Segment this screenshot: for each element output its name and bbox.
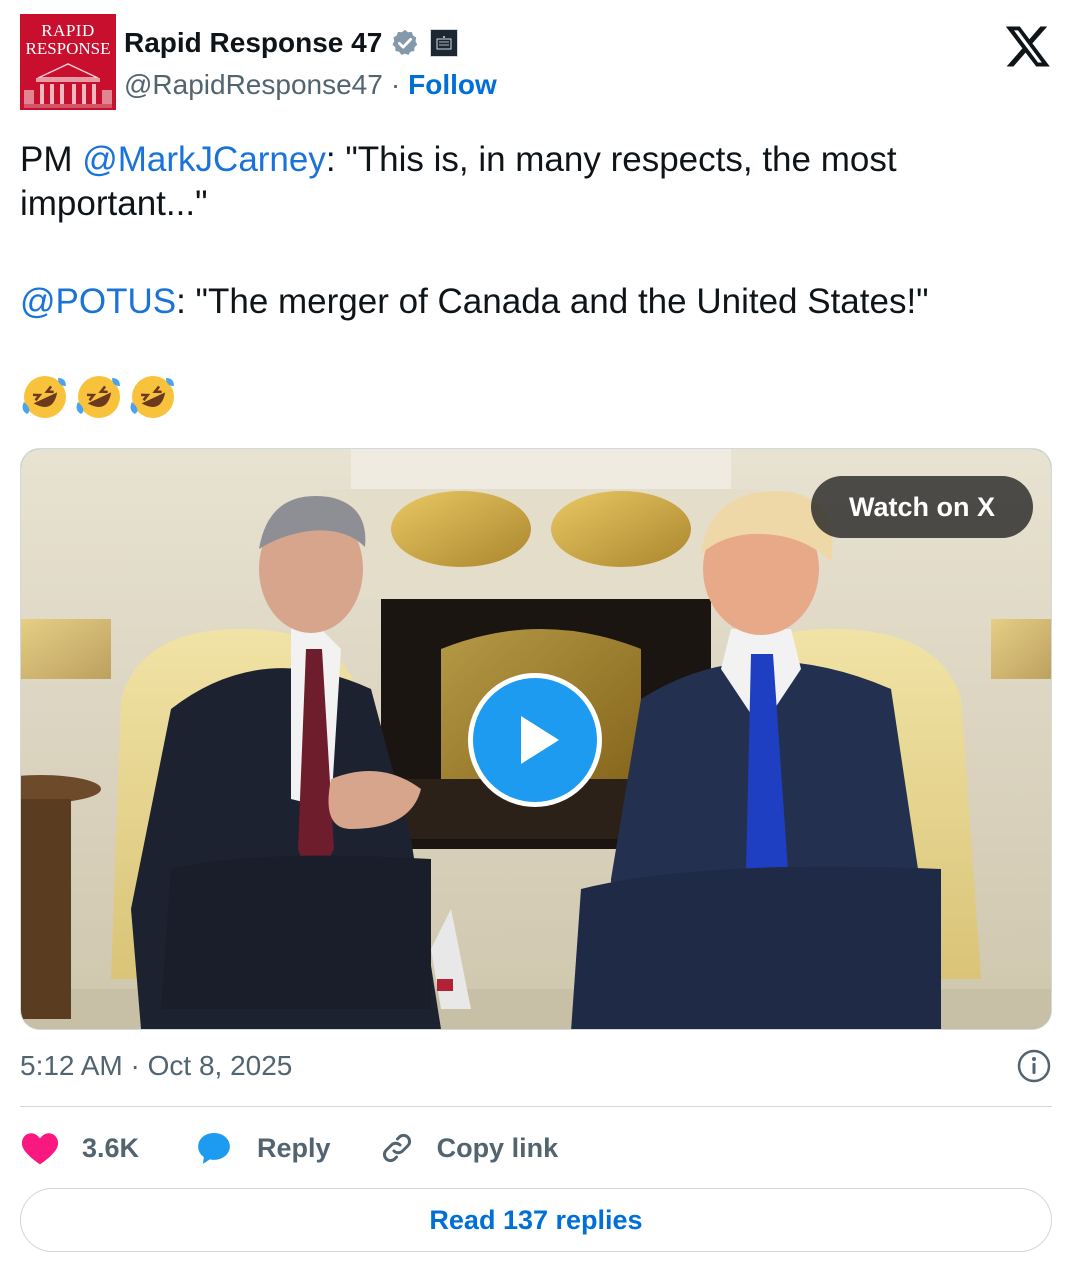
- play-button[interactable]: [468, 673, 602, 807]
- play-icon: [521, 716, 559, 764]
- mention-markjcarney[interactable]: @MarkJCarney: [82, 140, 326, 179]
- x-logo-icon[interactable]: [1004, 22, 1052, 70]
- affiliate-seal-icon: [436, 36, 452, 50]
- read-replies-button[interactable]: Read 137 replies: [20, 1188, 1052, 1252]
- tweet-prefix: PM: [20, 140, 83, 179]
- action-bar: 3.6K Reply Copy link: [20, 1124, 558, 1172]
- avatar[interactable]: RAPID RESPONSE: [20, 14, 116, 110]
- heart-icon: [21, 1133, 59, 1165]
- handle[interactable]: @RapidResponse47: [124, 69, 383, 101]
- handle-row: @RapidResponse47 · Follow: [124, 68, 497, 102]
- link-icon: [382, 1134, 411, 1162]
- video-thumbnail[interactable]: Watch on X: [20, 448, 1052, 1030]
- follow-button[interactable]: Follow: [408, 69, 497, 101]
- tweet-line-2: @POTUS: "The merger of Canada and the Un…: [20, 280, 1052, 324]
- reply-label: Reply: [257, 1132, 331, 1163]
- like-count: 3.6K: [82, 1132, 140, 1163]
- copy-link-label: Copy link: [436, 1132, 559, 1163]
- like-button[interactable]: 3.6K: [20, 1130, 139, 1166]
- watch-on-x-button[interactable]: Watch on X: [811, 476, 1033, 538]
- rolling-laughing-emoji-icon: [130, 376, 174, 418]
- timestamp[interactable]: 5:12 AM · Oct 8, 2025: [20, 1046, 292, 1086]
- copy-link-button[interactable]: Copy link: [379, 1130, 559, 1166]
- tweet-header: RAPID RESPONSE Rapid Response 47 @RapidR…: [20, 14, 1052, 110]
- separator-dot: ·: [390, 69, 401, 100]
- divider: [20, 1106, 1052, 1107]
- avatar-text-line1: RAPID: [41, 21, 95, 40]
- tweet-text: PM @MarkJCarney: "This is, in many respe…: [20, 138, 1052, 324]
- avatar-text-line2: RESPONSE: [25, 39, 111, 58]
- tweet-quote-2: : "The merger of Canada and the United S…: [176, 282, 929, 321]
- white-house-icon: [24, 63, 112, 108]
- mention-potus[interactable]: @POTUS: [20, 282, 176, 321]
- rolling-laughing-emoji-icon: [22, 376, 66, 418]
- info-icon[interactable]: [1016, 1048, 1052, 1084]
- reply-button[interactable]: Reply: [195, 1129, 331, 1167]
- emoji-row: [20, 372, 178, 422]
- display-name[interactable]: Rapid Response 47: [124, 27, 382, 59]
- name-row: Rapid Response 47: [124, 26, 459, 60]
- rolling-laughing-emoji-icon: [76, 376, 120, 418]
- white-house-affiliate-icon[interactable]: [430, 29, 459, 57]
- tweet-line-1: PM @MarkJCarney: "This is, in many respe…: [20, 138, 1052, 226]
- verified-badge-icon[interactable]: [390, 28, 420, 58]
- reply-bubble-icon: [198, 1132, 230, 1164]
